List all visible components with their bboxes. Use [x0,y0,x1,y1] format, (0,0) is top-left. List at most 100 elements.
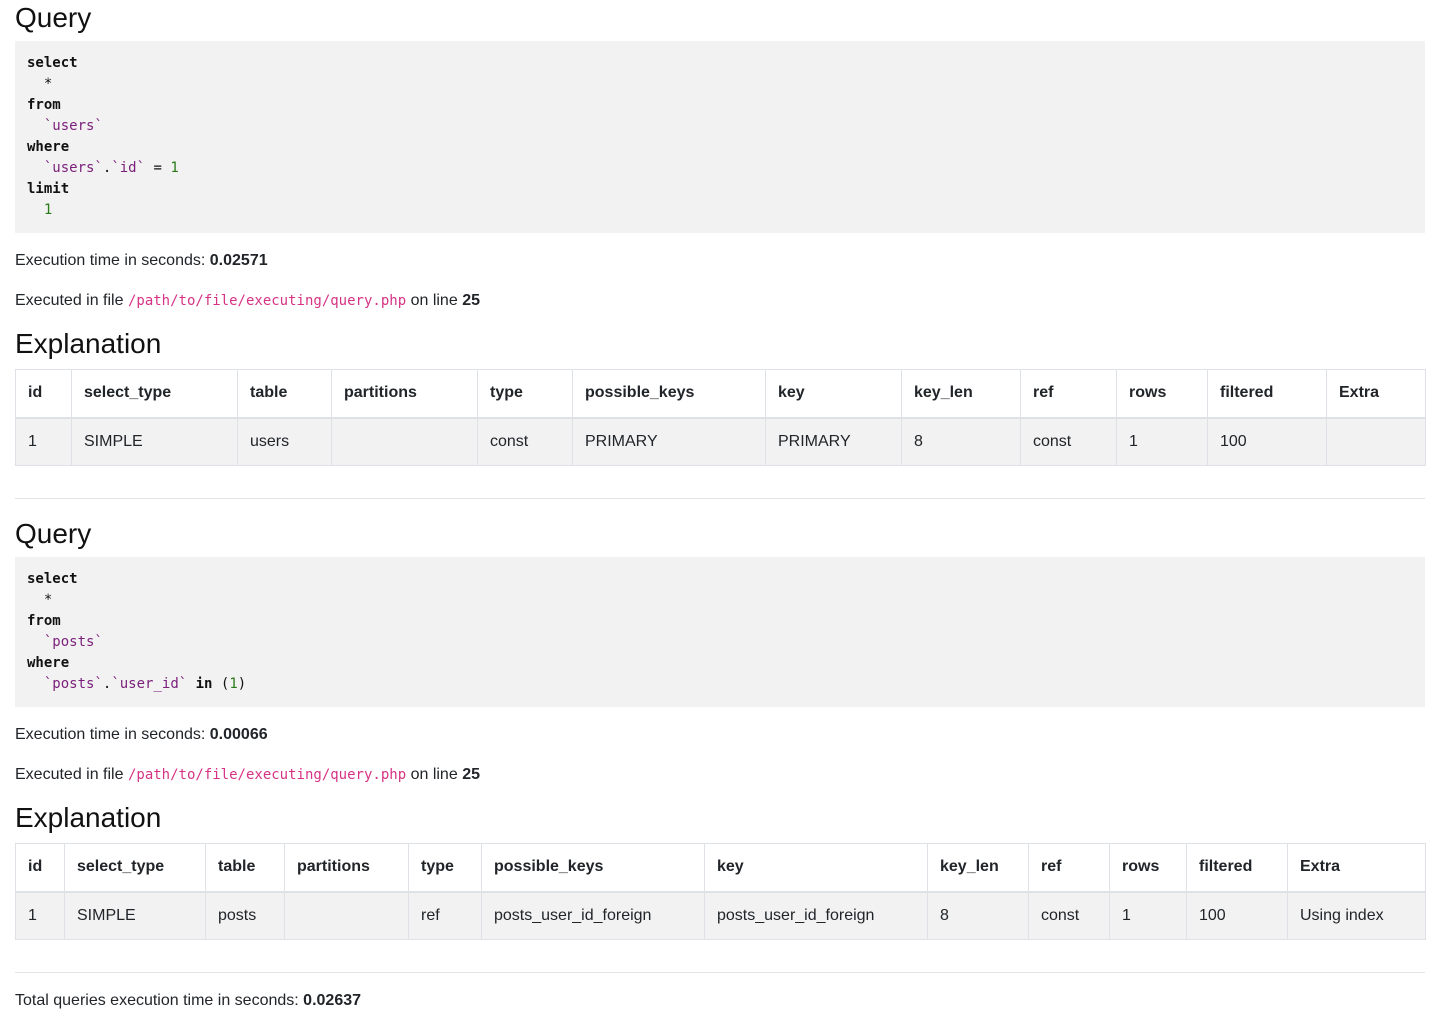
column-header: possible_keys [481,843,705,893]
table-cell: posts_user_id_foreign [481,891,705,940]
column-header: rows [1116,369,1208,419]
explain-table: id select_type table partitions type pos… [15,369,1426,466]
column-header: key_len [927,843,1029,893]
table-cell: 1 [1116,417,1208,466]
sql-star: * [43,76,53,92]
explain-table: id select_type table partitions type pos… [15,843,1426,940]
table-cell: 8 [901,417,1021,466]
sql-operator: = [153,160,162,176]
table-cell: const [1028,891,1110,940]
table-cell: users [237,417,332,466]
column-header: select_type [64,843,206,893]
sql-number: 1 [170,160,179,176]
table-row: 1 SIMPLE users const PRIMARY PRIMARY 8 c… [15,417,1426,466]
sql-number: 1 [43,202,53,218]
section-divider [15,498,1425,499]
total-execution-time: Total queries execution time in seconds:… [15,989,1425,1013]
total-label: Total queries execution time in seconds: [15,992,299,1009]
sql-identifier: `users` [43,160,103,176]
query-section-2: Query select * from `posts` where `posts`.… [15,516,1426,940]
column-header: ref [1020,369,1117,419]
query-section-1: Query select * from `users` where `users`.… [15,0,1426,466]
table-cell: SIMPLE [64,891,206,940]
table-cell [331,417,478,466]
sql-keyword: from [27,613,61,629]
exec-time-value: 0.00066 [209,726,268,743]
column-header: key [704,843,928,893]
sql-keyword: where [27,139,70,155]
explanation-heading: Explanation [15,802,162,833]
column-header: Extra [1326,369,1426,419]
sql-keyword: in [195,676,213,692]
column-header: possible_keys [572,369,766,419]
explanation-heading: Explanation [15,328,162,359]
table-cell: ref [408,891,482,940]
column-header: table [205,843,285,893]
column-header: partitions [284,843,409,893]
total-value: 0.02637 [303,992,362,1009]
sql-keyword: limit [27,181,70,197]
sql-paren: ) [237,676,247,692]
column-header: key [765,369,902,419]
sql-keyword: select [27,571,78,587]
column-header: type [477,369,573,419]
explain-header-row: id select_type table partitions type pos… [15,843,1426,893]
column-header: filtered [1207,369,1327,419]
execution-time: Execution time in seconds: 0.00066 [15,723,1425,747]
column-header: ref [1028,843,1110,893]
line-number: 25 [462,766,480,783]
executed-label: Executed in file [15,292,124,309]
table-cell: PRIMARY [765,417,902,466]
table-cell: posts [205,891,285,940]
query-heading: Query [15,2,92,33]
sql-identifier: `posts` [43,634,103,650]
sql-keyword: from [27,97,61,113]
table-row: 1 SIMPLE posts ref posts_user_id_foreign… [15,891,1426,940]
table-cell: const [477,417,573,466]
on-line-label: on line [410,766,458,783]
executed-in-file: Executed in file /path/to/file/executing… [15,763,1425,787]
file-path: /path/to/file/executing/query.php [127,293,407,309]
column-header: select_type [71,369,238,419]
sql-code-block: select * from `posts` where `posts`.`user_… [15,557,1425,707]
table-cell: 100 [1207,417,1327,466]
table-cell [284,891,409,940]
exec-time-label: Execution time in seconds: [15,726,206,743]
sql-star: * [43,592,53,608]
column-header: id [15,369,72,419]
query-heading: Query [15,518,92,549]
table-cell [1326,417,1426,466]
exec-time-label: Execution time in seconds: [15,252,206,269]
table-cell: 1 [15,891,65,940]
query-log-page: Query select * from `users` where `users`.… [0,0,1440,1013]
table-cell: posts_user_id_foreign [704,891,928,940]
column-header: filtered [1186,843,1288,893]
sql-number: 1 [229,676,238,692]
sql-keyword: select [27,55,78,71]
execution-time: Execution time in seconds: 0.02571 [15,249,1425,273]
table-cell: Using index [1287,891,1426,940]
table-cell: 1 [15,417,72,466]
exec-time-value: 0.02571 [209,252,268,269]
column-header: rows [1109,843,1187,893]
sql-identifier: `user_id` [111,676,188,692]
column-header: type [408,843,482,893]
column-header: table [237,369,332,419]
column-header: id [15,843,65,893]
column-header: Extra [1287,843,1426,893]
on-line-label: on line [410,292,458,309]
sql-identifier: `users` [43,118,103,134]
sql-identifier: `posts` [43,676,103,692]
table-cell: PRIMARY [572,417,766,466]
column-header: key_len [901,369,1021,419]
table-cell: 8 [927,891,1029,940]
sql-keyword: where [27,655,70,671]
file-path: /path/to/file/executing/query.php [127,767,407,783]
explain-header-row: id select_type table partitions type pos… [15,369,1426,419]
table-cell: 1 [1109,891,1187,940]
sql-identifier: `id` [111,160,146,176]
executed-label: Executed in file [15,766,124,783]
column-header: partitions [331,369,478,419]
section-divider [15,972,1425,973]
sql-code-block: select * from `users` where `users`.`id` =… [15,41,1425,233]
